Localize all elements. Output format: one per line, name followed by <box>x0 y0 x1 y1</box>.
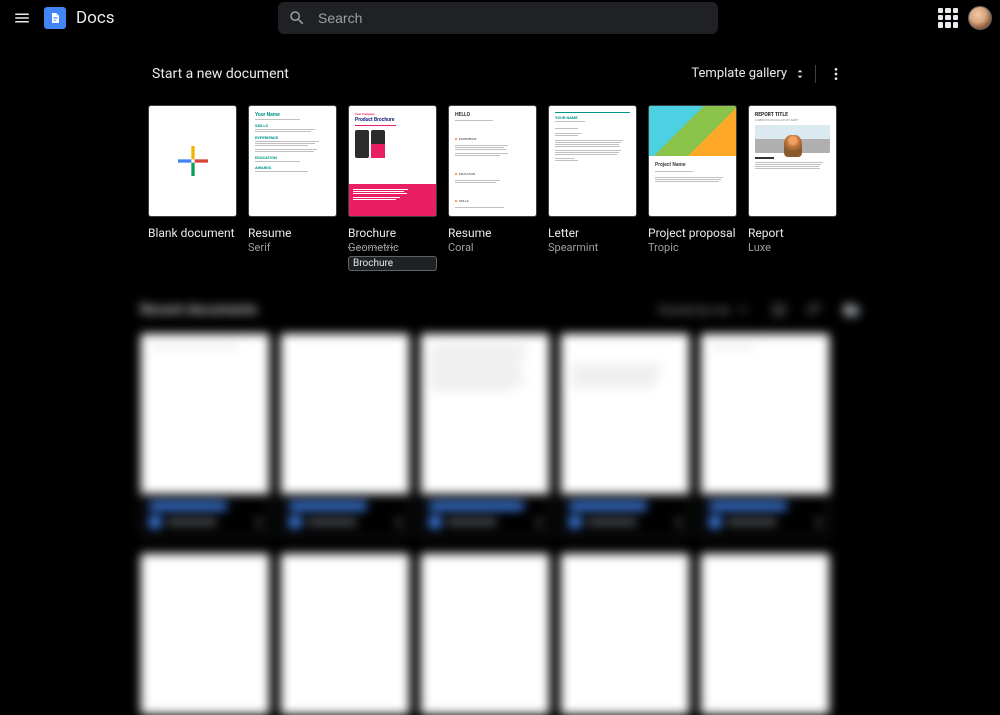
template-name: Letter <box>548 226 637 240</box>
sort-icon[interactable] <box>806 301 824 319</box>
more-vert-icon <box>828 66 844 82</box>
search-input[interactable] <box>318 10 708 26</box>
unfold-icon <box>793 67 807 81</box>
template-brochure[interactable]: Your Company Product Brochure Brochure G… <box>348 105 437 271</box>
recent-docs-title: Recent documents <box>140 302 257 318</box>
divider <box>815 65 816 83</box>
document-card[interactable] <box>560 333 690 537</box>
template-subtitle: Coral <box>448 241 537 254</box>
template-name: Report <box>748 226 837 240</box>
template-tooltip: Brochure <box>348 256 437 271</box>
document-card[interactable] <box>560 553 690 715</box>
template-name: Brochure <box>348 226 437 240</box>
document-card[interactable] <box>700 553 830 715</box>
template-name: Resume <box>448 226 537 240</box>
recent-documents-section: Recent documents Owned by me <box>0 289 1000 715</box>
hamburger-icon <box>13 9 31 27</box>
template-project-proposal[interactable]: Project Name Project proposal Tropic <box>648 105 737 271</box>
google-apps-button[interactable] <box>938 8 958 28</box>
template-subtitle: Luxe <box>748 241 837 254</box>
account-avatar[interactable] <box>968 6 992 30</box>
template-subtitle: Tropic <box>648 241 737 254</box>
plus-icon <box>178 146 208 176</box>
template-subtitle: Spearmint <box>548 241 637 254</box>
documents-row-1 <box>140 333 860 537</box>
search-icon <box>288 9 306 27</box>
templates-section-title: Start a new document <box>152 66 289 82</box>
template-resume-serif[interactable]: Your Name SKILLS EXPERIENCE EDUCATION AW… <box>248 105 337 271</box>
document-card[interactable] <box>280 333 410 537</box>
templates-more-button[interactable] <box>824 62 848 86</box>
template-name: Resume <box>248 226 337 240</box>
template-gallery-label: Template gallery <box>691 66 787 81</box>
template-name: Blank document <box>148 226 237 240</box>
document-card[interactable] <box>280 553 410 715</box>
list-view-icon[interactable] <box>770 301 788 319</box>
main-menu-button[interactable] <box>8 4 36 32</box>
document-card[interactable] <box>700 333 830 537</box>
owned-by-filter[interactable]: Owned by me <box>658 301 752 319</box>
documents-row-2 <box>140 553 860 715</box>
template-name: Project proposal <box>648 226 737 240</box>
template-subtitle: Geometric <box>348 241 437 254</box>
template-report[interactable]: REPORT TITLE LOREM IPSUM DOLOR SIT AMET … <box>748 105 837 271</box>
document-card[interactable] <box>420 333 550 537</box>
templates-header: Start a new document Template gallery <box>0 35 1000 93</box>
document-card[interactable] <box>140 553 270 715</box>
template-subtitle: Serif <box>248 241 337 254</box>
dropdown-icon <box>734 301 752 319</box>
templates-row: Blank document Your Name SKILLS EXPERIEN… <box>0 93 1000 289</box>
template-gallery-button[interactable]: Template gallery <box>691 66 807 81</box>
app-title: Docs <box>76 8 115 28</box>
folder-icon[interactable] <box>842 301 860 319</box>
document-card[interactable] <box>140 333 270 537</box>
top-bar: Docs <box>0 0 1000 35</box>
template-letter[interactable]: YOUR NAME Letter Spearmint <box>548 105 637 271</box>
template-blank[interactable]: Blank document <box>148 105 237 271</box>
docs-logo <box>44 7 66 29</box>
document-card[interactable] <box>420 553 550 715</box>
template-resume-coral[interactable]: HELLO EXPERIENCE EDUCATION SKILLS Resume… <box>448 105 537 271</box>
search-bar[interactable] <box>278 2 718 34</box>
